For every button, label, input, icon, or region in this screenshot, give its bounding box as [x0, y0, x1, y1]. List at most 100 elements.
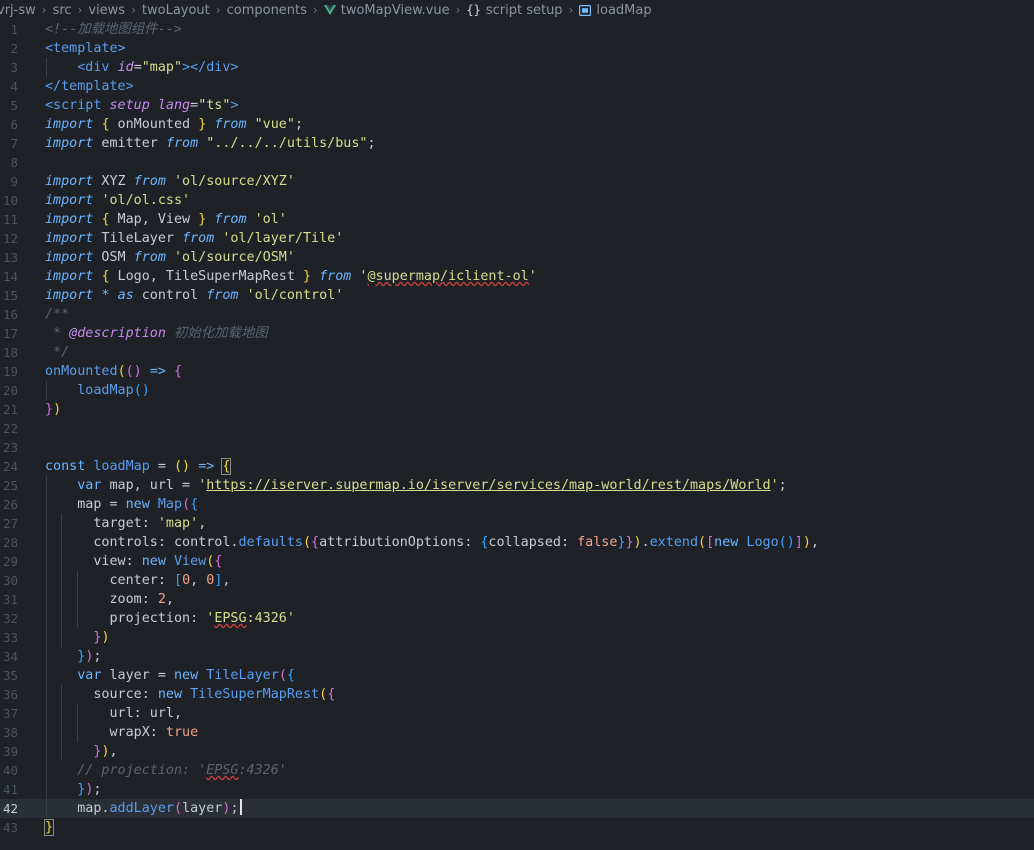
breadcrumb-item-views[interactable]: views [88, 3, 125, 18]
code-line[interactable]: 11 import { Map, View } from 'ol' [0, 210, 1034, 229]
code-line[interactable]: 4 </template> [0, 77, 1034, 96]
code-text: <script setup lang="ts"> [45, 96, 239, 115]
code-line[interactable]: 42 map.addLayer(layer); [0, 799, 1034, 818]
code-line[interactable]: 3 <div id="map"></div> [0, 58, 1034, 77]
code-line[interactable]: 18 */ [0, 343, 1034, 362]
code-line[interactable]: 16 /** [0, 305, 1034, 324]
breadcrumb-item-twolayout[interactable]: twoLayout [142, 3, 210, 18]
code-text: <div id="map"></div> [45, 58, 238, 77]
code-token: control [133, 288, 207, 303]
code-line[interactable]: 10 import 'ol/ol.css' [0, 191, 1034, 210]
code-token: () [133, 383, 150, 398]
code-line[interactable]: 13 import OSM from 'ol/source/OSM' [0, 248, 1034, 267]
code-token: @description [69, 326, 166, 341]
code-text: }); [45, 780, 101, 799]
code-line[interactable]: 33 }) [0, 628, 1034, 647]
code-token: Logo [746, 535, 779, 550]
breadcrumb-item-loadmap[interactable]: loadMap [579, 2, 652, 18]
code-line[interactable]: 14 import { Logo, TileSuperMapRest } from… [0, 267, 1034, 286]
code-token: false [577, 535, 618, 550]
breadcrumb-item-file[interactable]: twoMapView.vue [323, 2, 450, 18]
code-line[interactable]: 40 // projection: 'EPSG:4326' [0, 761, 1034, 780]
line-number: 9 [10, 174, 18, 189]
code-token: import [45, 250, 94, 265]
code-line[interactable]: 5 <script setup lang="ts"> [0, 96, 1034, 115]
code-token: 'ol/layer/Tile' [222, 231, 344, 246]
code-token: :4326' [246, 611, 295, 626]
code-line[interactable]: 29 view: new View({ [0, 552, 1034, 571]
code-area[interactable]: 1 <!--加载地图组件--> 2 <template> 3 <div id="map"… [0, 20, 1034, 850]
breadcrumb-item-src[interactable]: src [53, 3, 72, 18]
code-token: } [625, 535, 634, 550]
breadcrumb-item-components[interactable]: components [227, 3, 307, 18]
code-text: <template> [45, 39, 126, 58]
code-token: ; [93, 649, 102, 664]
code-line[interactable]: 17 * @description 初始化加载地图 [0, 324, 1034, 343]
code-line[interactable]: 20 loadMap() [0, 381, 1034, 400]
code-token: , [109, 744, 118, 759]
code-line[interactable]: 32 projection: 'EPSG:4326' [0, 609, 1034, 628]
code-editor[interactable]: vrj-sw › src › views › twoLayout › compo… [0, 0, 1034, 850]
code-line[interactable]: 19 onMounted(() => { [0, 362, 1034, 381]
code-line[interactable]: 12 import TileLayer from 'ol/layer/Tile' [0, 229, 1034, 248]
code-token: map = [45, 497, 126, 512]
code-line[interactable]: 35 var layer = new TileLayer({ [0, 666, 1034, 685]
code-token: TileSuperMapRest [190, 687, 320, 702]
code-line[interactable]: 26 map = new Map({ [0, 495, 1034, 514]
line-number: 17 [2, 326, 18, 341]
breadcrumb-label: twoMapView.vue [340, 2, 450, 18]
code-line[interactable]: 9 import XYZ from 'ol/source/XYZ' [0, 172, 1034, 191]
breadcrumb-item-script-setup[interactable]: {} script setup [466, 3, 562, 18]
breadcrumb-item-root[interactable]: vrj-sw [0, 3, 36, 18]
code-line[interactable]: 31 zoom: 2, [0, 590, 1034, 609]
code-text: view: new View({ [45, 552, 222, 571]
code-line[interactable]: 2 <template> [0, 39, 1034, 58]
code-token: loadMap [77, 383, 134, 398]
code-token: :4326' [238, 763, 287, 778]
code-line[interactable]: 7 import emitter from "../../../utils/bus… [0, 134, 1034, 153]
chevron-right-icon: › [41, 3, 47, 17]
code-line[interactable]: 39 }), [0, 742, 1034, 761]
code-token: from [182, 231, 215, 246]
code-line[interactable]: 23 [0, 438, 1034, 457]
code-line[interactable]: 43} [0, 818, 1034, 837]
line-number: 7 [10, 136, 18, 151]
code-line[interactable]: 1 <!--加载地图组件--> [0, 20, 1034, 39]
line-number: 4 [10, 79, 18, 94]
code-line[interactable]: 8 [0, 153, 1034, 172]
code-line[interactable]: 36 source: new TileSuperMapRest({ [0, 685, 1034, 704]
code-token: <template> [45, 41, 126, 56]
line-number: 8 [10, 155, 18, 170]
code-line[interactable]: 27 target: 'map', [0, 514, 1034, 533]
code-line[interactable]: 34 }); [0, 647, 1034, 666]
code-line[interactable]: 22 [0, 419, 1034, 438]
line-number: 25 [2, 478, 18, 493]
code-token: => [149, 364, 166, 379]
code-line[interactable]: 38 wrapX: true [0, 723, 1034, 742]
code-token: new [141, 554, 166, 569]
code-line[interactable]: 25 var map, url = 'https://iserver.super… [0, 476, 1034, 495]
code-line[interactable]: 15 import * as control from 'ol/control' [0, 286, 1034, 305]
code-text: import { onMounted } from "vue"; [45, 115, 303, 134]
chevron-right-icon: › [455, 3, 461, 17]
code-line[interactable]: 30 center: [0, 0], [0, 571, 1034, 590]
code-token: XYZ [93, 174, 134, 189]
code-line[interactable]: 37 url: url, [0, 704, 1034, 723]
breadcrumb-label: loadMap [596, 2, 652, 18]
code-line[interactable]: 24 const loadMap = () => { [0, 457, 1034, 476]
code-line[interactable]: 41 }); [0, 780, 1034, 799]
code-line[interactable]: 6 import { onMounted } from "vue"; [0, 115, 1034, 134]
code-line[interactable]: 21}) [0, 400, 1034, 419]
code-token: ) [101, 744, 110, 759]
code-line[interactable]: 28 controls: control.defaults({attributi… [0, 533, 1034, 552]
line-number: 12 [2, 231, 18, 246]
code-token: collapsed: [488, 535, 578, 550]
code-token: center: [45, 573, 174, 588]
code-token: import [45, 193, 94, 208]
code-token: </template> [45, 79, 134, 94]
code-token: () [174, 459, 191, 474]
